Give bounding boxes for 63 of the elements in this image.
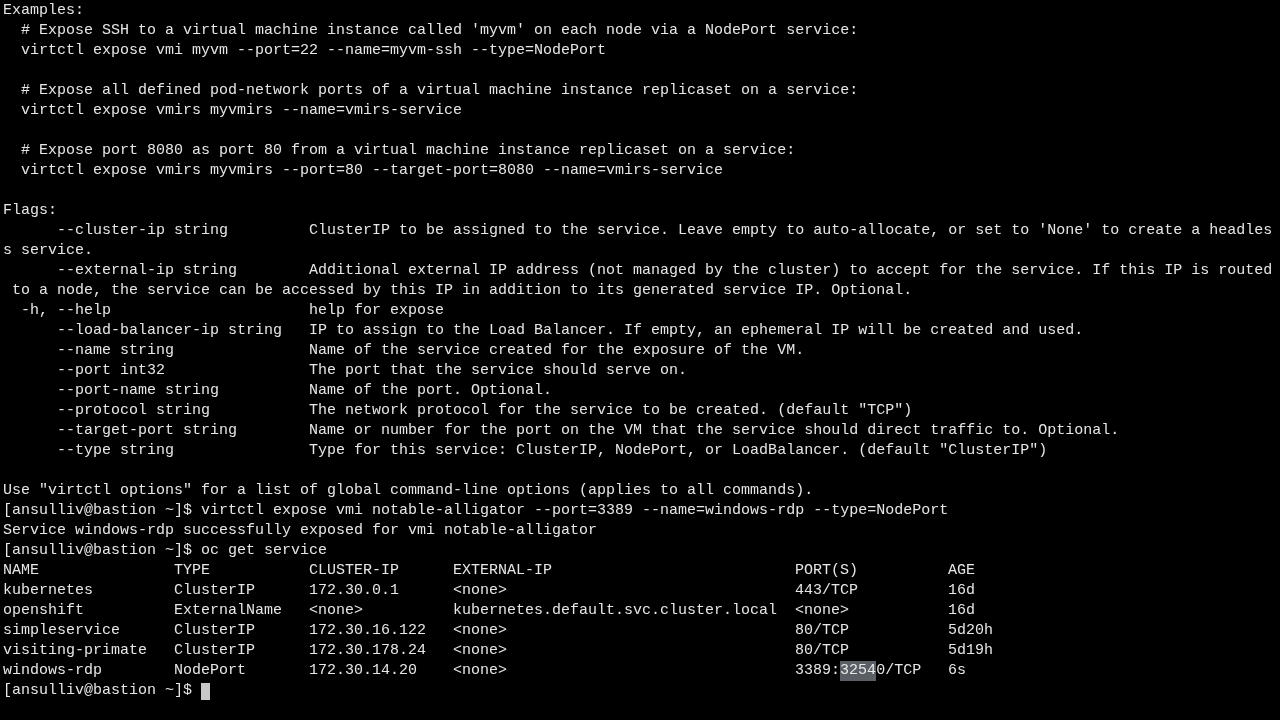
table-cell-text: 443/TCP — [795, 581, 860, 601]
column-header: TYPE — [174, 561, 212, 581]
table-cell-text: 172.30.178.24 — [309, 641, 428, 661]
table-cell-text: <none> — [453, 641, 509, 661]
table-cell-text: <none> — [453, 581, 509, 601]
terminal-line: [ansulliv@bastion ~]$ oc get service — [3, 542, 328, 559]
table-cell-text: <none> — [795, 601, 851, 621]
terminal-line: Flags: — [3, 202, 57, 219]
table-cell-text: 172.30.16.122 — [309, 621, 428, 641]
table-cell-text: kubernetes.default.svc.cluster.local — [453, 601, 779, 621]
table-cell-text: 172.30.14.20 — [309, 661, 419, 681]
table-cell-text: ClusterIP — [174, 581, 257, 601]
terminal-line: # Expose port 8080 as port 80 from a virtual machine instance replicaset on a service: — [20, 142, 796, 159]
column-header: NAME — [3, 561, 40, 581]
terminal-line: Examples: — [3, 2, 84, 19]
terminal-line: Use "virtctl options" for a list of global command-line options (applies to all commands). — [3, 482, 814, 499]
table-cell-text: openshift — [3, 601, 85, 621]
terminal-line: --name string Name of the service created for the exposure of the VM. — [56, 342, 805, 359]
table-cell-text: 80/TCP — [795, 621, 851, 641]
table-cell-text: kubernetes — [3, 581, 94, 601]
table-cell-text: 172.30.0.1 — [309, 581, 401, 601]
terminal-line: --port-name string Name of the port. Optional. — [56, 382, 553, 399]
table-cell-text: <none> — [453, 661, 509, 681]
terminal-line: -h, --help help for expose — [20, 302, 445, 319]
table-cell-text: ExternalName — [174, 601, 284, 621]
table-cell-text: simpleservice — [3, 621, 122, 641]
terminal-line: --load-balancer-ip string IP to assign to the Load Balancer. If empty, an ephemeral IP will be created and used. — [56, 322, 1084, 339]
table-cell-text: 5d19h — [948, 641, 995, 661]
terminal-line: s service. — [3, 242, 93, 259]
column-header: CLUSTER-IP — [309, 561, 401, 581]
table-cell-text: <none> — [453, 621, 509, 641]
table-cell-text: 0/TCP — [876, 661, 922, 681]
terminal-line: --external-ip string Additional external IP address (not managed by the cluster) to accept for the service. If this IP is routed — [56, 262, 1273, 279]
column-header: EXTERNAL-IP — [453, 561, 554, 581]
table-cell-text: NodePort — [174, 661, 248, 681]
table-cell-text: 80/TCP — [795, 641, 851, 661]
terminal-line: --type string Type for this service: ClusterIP, NodePort, or LoadBalancer. (default "ClusterIP") — [56, 442, 1048, 459]
table-cell-text: ClusterIP — [174, 641, 257, 661]
table-cell-text: windows-rdp — [3, 661, 104, 681]
terminal-line: --cluster-ip string ClusterIP to be assigned to the service. Leave empty to auto-allocate, or set to 'None' to create a headles — [56, 222, 1273, 239]
terminal-line: --port int32 The port that the service should serve on. — [56, 362, 688, 379]
terminal-line: --protocol string The network protocol for the service to be created. (default "TCP") — [56, 402, 913, 419]
table-cell-text: <none> — [309, 601, 365, 621]
table-cell-text: visiting-primate — [3, 641, 149, 661]
terminal-line: virtctl expose vmirs myvmirs --name=vmirs-service — [20, 102, 463, 119]
table-cell-text: ClusterIP — [174, 621, 257, 641]
table-cell-text: 3389: — [795, 661, 841, 681]
terminal-line: to a node, the service can be accessed by this IP in addition to its generated service IP. Optional. — [11, 282, 913, 299]
table-cell-text: 16d — [948, 581, 977, 601]
column-header: PORT(S) — [795, 561, 860, 581]
table-cell-text: 5d20h — [948, 621, 995, 641]
table-cell-text: 16d — [948, 601, 977, 621]
terminal-line: # Expose all defined pod-network ports of a virtual machine instance replicaset on a service: — [20, 82, 859, 99]
terminal-line: Service windows-rdp successfully exposed for vmi notable-alligator — [3, 522, 598, 539]
terminal-line: # Expose SSH to a virtual machine instance called 'myvm' on each node via a NodePort service: — [20, 22, 859, 39]
table-cell-text: 6s — [948, 661, 968, 681]
terminal-line: virtctl expose vmi myvm --port=22 --name=myvm-ssh --type=NodePort — [20, 42, 607, 59]
column-header: AGE — [948, 561, 977, 581]
terminal-line: virtctl expose vmirs myvmirs --port=80 --target-port=8080 --name=vmirs-service — [20, 162, 724, 179]
terminal-line: [ansulliv@bastion ~]$ — [3, 681, 193, 701]
terminal-line: --target-port string Name or number for the port on the VM that the service should direct traffic to. Optional. — [56, 422, 1120, 439]
selected-text: 3254 — [840, 661, 877, 681]
terminal-line: [ansulliv@bastion ~]$ virtctl expose vmi notable-alligator --port=3389 --name=windows-rdp --type=NodePort — [3, 502, 949, 519]
